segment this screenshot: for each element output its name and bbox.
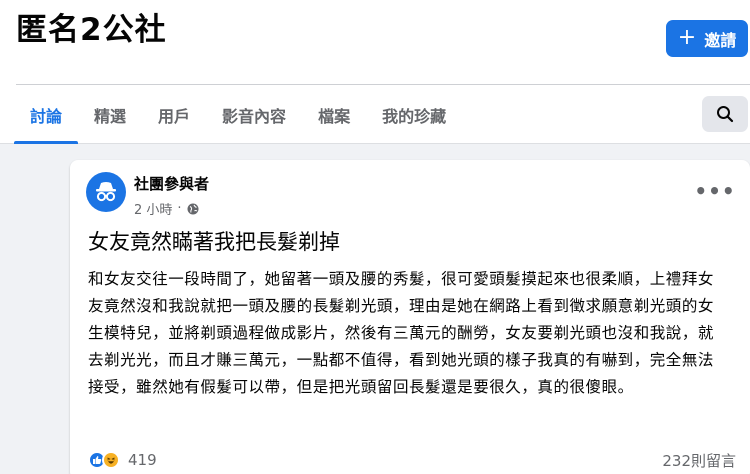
tab-featured[interactable]: 精選	[78, 85, 142, 144]
group-title: 匿名2公社	[16, 12, 167, 48]
invite-label: 邀請	[704, 30, 737, 50]
comment-count[interactable]: 232則留言	[662, 450, 736, 471]
search-icon	[717, 106, 734, 123]
post-title: 女友竟然瞞著我把長髮剃掉	[88, 230, 340, 254]
avatar[interactable]	[86, 172, 126, 212]
tab-files[interactable]: 檔案	[302, 85, 366, 144]
post-time[interactable]: 2 小時	[134, 199, 172, 218]
tab-members[interactable]: 用戶	[142, 85, 206, 144]
group-header: 匿名2公社 + 邀請 討論 精選 用戶 影音內容 檔案 我的珍藏	[0, 0, 750, 144]
group-tabs: 討論 精選 用戶 影音內容 檔案 我的珍藏	[14, 85, 462, 144]
invite-button[interactable]: + 邀請	[666, 20, 748, 57]
meta-separator: ·	[177, 201, 182, 216]
reaction-count: 419	[128, 451, 157, 469]
tab-discussion[interactable]: 討論	[14, 85, 79, 144]
anonymous-icon	[96, 182, 116, 202]
plus-icon: +	[677, 24, 697, 50]
reactions-summary[interactable]: 419	[88, 451, 157, 469]
more-options-icon[interactable]: •••	[694, 178, 734, 204]
tab-media[interactable]: 影音內容	[206, 85, 302, 144]
globe-icon	[187, 203, 199, 214]
haha-reaction-icon	[102, 451, 120, 469]
post-author[interactable]: 社團參與者	[134, 173, 209, 194]
post-footer: 419 232則留言	[88, 448, 736, 472]
post-meta: 2 小時 ·	[134, 199, 199, 218]
post-body: 和女友交往一段時間了，她留著一頭及腰的秀髮，很可愛頭髮摸起來也很柔順，上禮拜女友…	[88, 270, 714, 396]
post-card: 社團參與者 2 小時 · ••• 女友竟然瞞著我把長髮剃掉 和女友交往一段時間了…	[70, 160, 750, 474]
search-button[interactable]	[702, 96, 748, 132]
tab-saved[interactable]: 我的珍藏	[366, 85, 462, 144]
